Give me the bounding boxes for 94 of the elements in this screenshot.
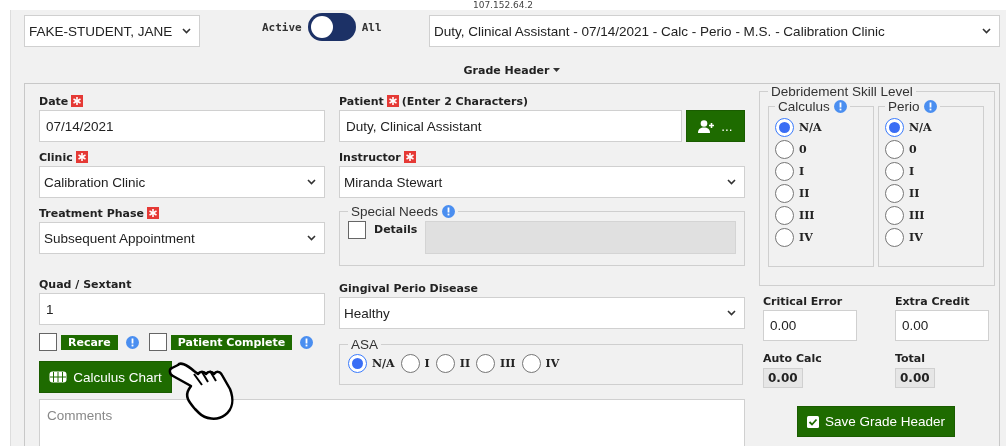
info-icon[interactable]	[923, 100, 937, 113]
radio-label: N/A	[372, 357, 395, 370]
radio-button[interactable]	[775, 206, 794, 225]
save-button[interactable]: Save Grade Header	[797, 406, 955, 437]
field-hint: (Enter 2 Characters)	[401, 94, 529, 108]
radio-button[interactable]	[775, 118, 794, 137]
field-label: Details	[374, 223, 418, 236]
radio-label: II	[909, 187, 920, 200]
radio-label: N/A	[799, 121, 822, 134]
info-icon[interactable]	[300, 335, 314, 349]
radio-label: 0	[909, 143, 917, 156]
add-user-icon	[698, 119, 716, 133]
checkbox[interactable]	[348, 221, 366, 239]
checkbox-label: Recare	[61, 334, 118, 350]
chevron-down-icon	[307, 179, 316, 185]
radio-button[interactable]	[885, 206, 904, 225]
radio-label: IV	[799, 231, 813, 244]
field-label: Total	[895, 351, 926, 365]
group-legend: Special Needs	[351, 204, 439, 219]
chevron-down-icon	[727, 310, 736, 316]
radio-label: III	[500, 357, 516, 370]
radio-label: II	[799, 187, 810, 200]
field-label: Extra Credit	[895, 294, 970, 308]
score-readout: 0.00	[895, 368, 935, 388]
radio-button[interactable]	[400, 354, 420, 373]
radio-button[interactable]	[348, 354, 367, 373]
add-patient-button[interactable]: ...	[686, 110, 745, 142]
teeth-icon	[49, 371, 68, 383]
checkbox[interactable]	[148, 333, 167, 351]
radio-label: IV	[909, 231, 923, 244]
field-label: Clinic	[39, 150, 73, 164]
radio-button[interactable]	[521, 354, 541, 373]
info-icon[interactable]	[442, 205, 456, 218]
field-label: Auto Calc	[763, 351, 822, 365]
checkbox[interactable]	[39, 333, 57, 351]
checkbox-label: Patient Complete	[170, 334, 293, 350]
group-legend: Perio	[888, 99, 920, 114]
chevron-down-icon	[182, 28, 191, 34]
appointment-select[interactable]: Duty, Clinical Assistant - 07/14/2021 - Calc - Perio - M.S. - Calibration Clinic	[429, 15, 1000, 47]
field-label: Critical Error	[763, 294, 843, 308]
radio-button[interactable]	[885, 228, 904, 247]
radio-label: III	[909, 209, 925, 222]
radio-button[interactable]	[885, 140, 904, 159]
toggle-label: Active	[262, 20, 302, 34]
section-toggle[interactable]: Grade Header	[463, 63, 561, 77]
radio-label: I	[909, 165, 915, 178]
student-select[interactable]: FAKE-STUDENT, JANE	[24, 15, 200, 47]
date-input[interactable]: 07/14/2021	[39, 110, 325, 142]
instructor-select[interactable]: Miranda Stewart	[339, 166, 745, 198]
group-legend: ASA	[351, 337, 378, 352]
radio-button[interactable]	[775, 184, 794, 203]
radio-button[interactable]	[775, 228, 794, 247]
quad-sextant-input[interactable]: 1	[39, 293, 325, 325]
radio-label: III	[799, 209, 815, 222]
radio-label: I	[424, 357, 430, 370]
field-label: Treatment Phase	[39, 206, 145, 220]
calculus-chart-button[interactable]: Calculus Chart	[39, 361, 172, 393]
radio-label: II	[459, 357, 471, 370]
score-input[interactable]: 0.00	[763, 310, 857, 341]
field-label: Instructor	[339, 150, 401, 164]
radio-button[interactable]	[775, 140, 794, 159]
radio-button[interactable]	[885, 162, 904, 181]
clinic-select[interactable]: Calibration Clinic	[39, 166, 325, 198]
caret-icon	[553, 68, 561, 72]
field-label: Date	[39, 94, 69, 108]
radio-button[interactable]	[775, 162, 794, 181]
score-input[interactable]: 0.00	[895, 310, 989, 341]
field-label: Patient	[339, 94, 384, 108]
radio-button[interactable]	[885, 184, 904, 203]
info-icon[interactable]	[833, 100, 847, 113]
info-icon[interactable]	[125, 335, 139, 349]
field-label: Quad / Sextant	[39, 277, 132, 291]
chevron-down-icon	[727, 179, 736, 185]
radio-button[interactable]	[885, 118, 904, 137]
ip-address-text: 107.152.64.2	[471, 0, 535, 10]
radio-label: 0	[799, 143, 807, 156]
radio-button[interactable]	[435, 354, 455, 373]
radio-label: N/A	[909, 121, 932, 134]
comments-field[interactable]: Comments	[39, 399, 745, 446]
chevron-down-icon	[982, 28, 991, 34]
gingival-perio-select[interactable]: Healthy	[339, 297, 745, 329]
field-label: Gingival Perio Disease	[339, 281, 478, 295]
chevron-down-icon	[307, 235, 316, 241]
score-readout: 0.00	[763, 368, 803, 388]
radio-label: I	[799, 165, 805, 178]
checkbox-icon	[806, 415, 819, 428]
group-legend: Calculus	[778, 99, 830, 114]
treatment-phase-select[interactable]: Subsequent Appointment	[39, 222, 325, 254]
patient-input[interactable]: Duty, Clinical Assistant	[339, 110, 682, 142]
toggle-label: All	[361, 20, 382, 34]
toggle-switch[interactable]	[307, 13, 356, 41]
group-legend: Debridement Skill Level	[771, 84, 913, 99]
radio-button[interactable]	[476, 354, 496, 373]
radio-label: IV	[545, 357, 560, 370]
